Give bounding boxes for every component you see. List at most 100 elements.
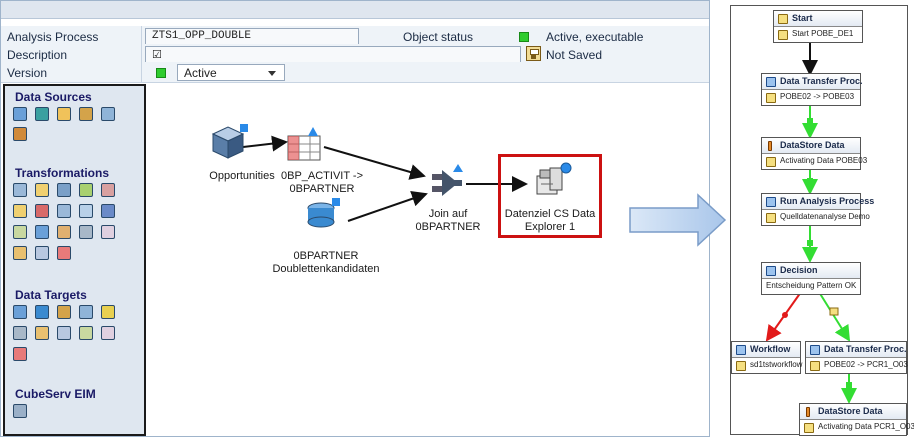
abap-icon[interactable] (79, 204, 93, 218)
status-green-icon (519, 32, 529, 42)
version-row: Version Active (1, 62, 709, 83)
column-divider (141, 62, 142, 83)
bpartner-label-line2: Doublettenkandidaten (272, 263, 380, 275)
target-tree-icon[interactable] (35, 326, 49, 340)
start-icon (778, 14, 788, 24)
chain-node-start[interactable]: Start Start POBE_DE1 (773, 10, 863, 43)
decision-title: Decision (780, 265, 818, 275)
chain-node-dso2[interactable]: DataStore Data Activating Data PCR1_O03 (799, 403, 914, 436)
join-icon[interactable] (57, 183, 71, 197)
chain-node-dtp2[interactable]: Data Transfer Proc. POBE02 -> PCR1_O03 (805, 341, 908, 374)
chevron-down-icon (268, 71, 276, 76)
sum-icon[interactable] (101, 305, 115, 319)
infoprovider-icon[interactable] (13, 107, 27, 121)
target-dso-icon[interactable] (57, 305, 71, 319)
toolbar-strip (1, 1, 709, 19)
save-status: Not Saved (546, 48, 603, 62)
bp-activit-table-icon[interactable] (287, 127, 321, 161)
dtp1-title: Data Transfer Proc. (780, 76, 863, 86)
variant-icon (804, 423, 814, 433)
chain-node-rap[interactable]: Run Analysis Process Quelldatenanalyse D… (761, 193, 874, 226)
analysis-process-icon (766, 197, 776, 207)
dtp2-sub: POBE02 -> PCR1_O03 (824, 360, 908, 369)
start-variant-icon (778, 30, 788, 40)
opportunities-label: Opportunities (209, 170, 275, 182)
save-icon[interactable] (526, 46, 541, 61)
target-highlight-box (498, 154, 602, 238)
version-dropdown[interactable]: Active (177, 64, 285, 81)
tree-icon[interactable] (35, 225, 49, 239)
basket-icon[interactable] (57, 246, 71, 260)
target-database-icon[interactable] (35, 305, 49, 319)
workflow-title: Workflow (750, 344, 791, 354)
attributes-icon[interactable] (35, 107, 49, 121)
target-cube-icon[interactable] (79, 305, 93, 319)
chain-node-decision[interactable]: Decision Entscheidung Pattern OK (761, 262, 861, 295)
variant-icon (810, 361, 820, 371)
data-sources-title: Data Sources (15, 90, 92, 104)
workflow-icon (736, 345, 746, 355)
join-label-line1: Join auf (428, 208, 468, 220)
rap-sub: Quelldatenanalyse Demo (780, 212, 870, 221)
object-status-label: Object status (403, 30, 474, 44)
list-icon[interactable] (101, 204, 115, 218)
decision-sub: Entscheidung Pattern OK (766, 281, 857, 290)
cluster-icon[interactable] (57, 225, 71, 239)
bp-activit-label-line1: 0BP_ACTIVIT -> (280, 170, 364, 182)
table-icon[interactable] (57, 107, 71, 121)
aggregate-icon[interactable] (13, 204, 27, 218)
database-icon[interactable] (101, 107, 115, 121)
chain-node-workflow[interactable]: Workflow sd1tstworkflow (731, 341, 803, 374)
cubeserv-target-icon[interactable] (13, 404, 27, 418)
object-status-value: Active, executable (546, 30, 644, 44)
scoring-icon[interactable] (79, 225, 93, 239)
target-model-icon[interactable] (13, 326, 27, 340)
decision-tree-icon[interactable] (35, 246, 49, 260)
target-chart-icon[interactable] (101, 326, 115, 340)
target-basket-icon[interactable] (13, 347, 27, 361)
opportunities-cube-icon[interactable] (211, 124, 248, 159)
association-icon[interactable] (13, 246, 27, 260)
dtp-icon (766, 77, 776, 87)
bp-activit-label-line2: 0BPARTNER (289, 183, 355, 195)
variant-icon (736, 361, 746, 371)
transform-icon[interactable] (57, 204, 71, 218)
dso2-title: DataStore Data (818, 406, 883, 416)
join-label-line2: 0BPARTNER (415, 221, 481, 233)
process-canvas[interactable]: Opportunities 0BP_ACTIVIT -> 0BPARTNER 0… (148, 84, 709, 436)
dso-icon (806, 407, 810, 417)
formula-icon[interactable] (35, 204, 49, 218)
file-icon[interactable] (13, 127, 27, 141)
bpartner-label-line1: 0BPARTNER (293, 250, 359, 262)
data-targets-title: Data Targets (15, 288, 87, 302)
sort-icon[interactable] (101, 183, 115, 197)
workflow-sub: sd1tstworkflow (750, 360, 803, 369)
target-rules-icon[interactable] (57, 326, 71, 340)
dso-icon (768, 141, 772, 151)
filter-icon[interactable] (13, 183, 27, 197)
join-icon[interactable] (432, 164, 463, 196)
analysis-process-label: Analysis Process (7, 30, 99, 44)
projection-icon[interactable] (35, 183, 49, 197)
dso2-sub: Activating Data PCR1_O03 (818, 422, 914, 431)
union-icon[interactable] (79, 183, 93, 197)
transformations-title: Transformations (15, 166, 110, 180)
target-infoprovider-icon[interactable] (13, 305, 27, 319)
transition-arrow-icon (629, 193, 727, 247)
chain-node-dtp1[interactable]: Data Transfer Proc. POBE02 -> POBE03 (761, 73, 863, 106)
process-chain-panel: Start Start POBE_DE1 Data Transfer Proc.… (730, 5, 914, 436)
start-title: Start (792, 13, 813, 23)
bpartner-database-icon[interactable] (307, 198, 340, 228)
version-value: Active (184, 66, 217, 80)
dso1-title: DataStore Data (780, 140, 845, 150)
rap-title: Run Analysis Process (780, 196, 875, 206)
analysis-process-field[interactable]: ZTS1_OPP_DOUBLE (145, 28, 359, 45)
version-green-icon (156, 68, 166, 78)
regression-icon[interactable] (13, 225, 27, 239)
query-icon[interactable] (79, 107, 93, 121)
target-network-icon[interactable] (79, 326, 93, 340)
description-field[interactable]: ☑ (145, 46, 521, 63)
chart-icon[interactable] (101, 225, 115, 239)
chain-node-dso1[interactable]: DataStore Data Activating Data POBE03 (761, 137, 867, 170)
version-label: Version (7, 66, 48, 80)
